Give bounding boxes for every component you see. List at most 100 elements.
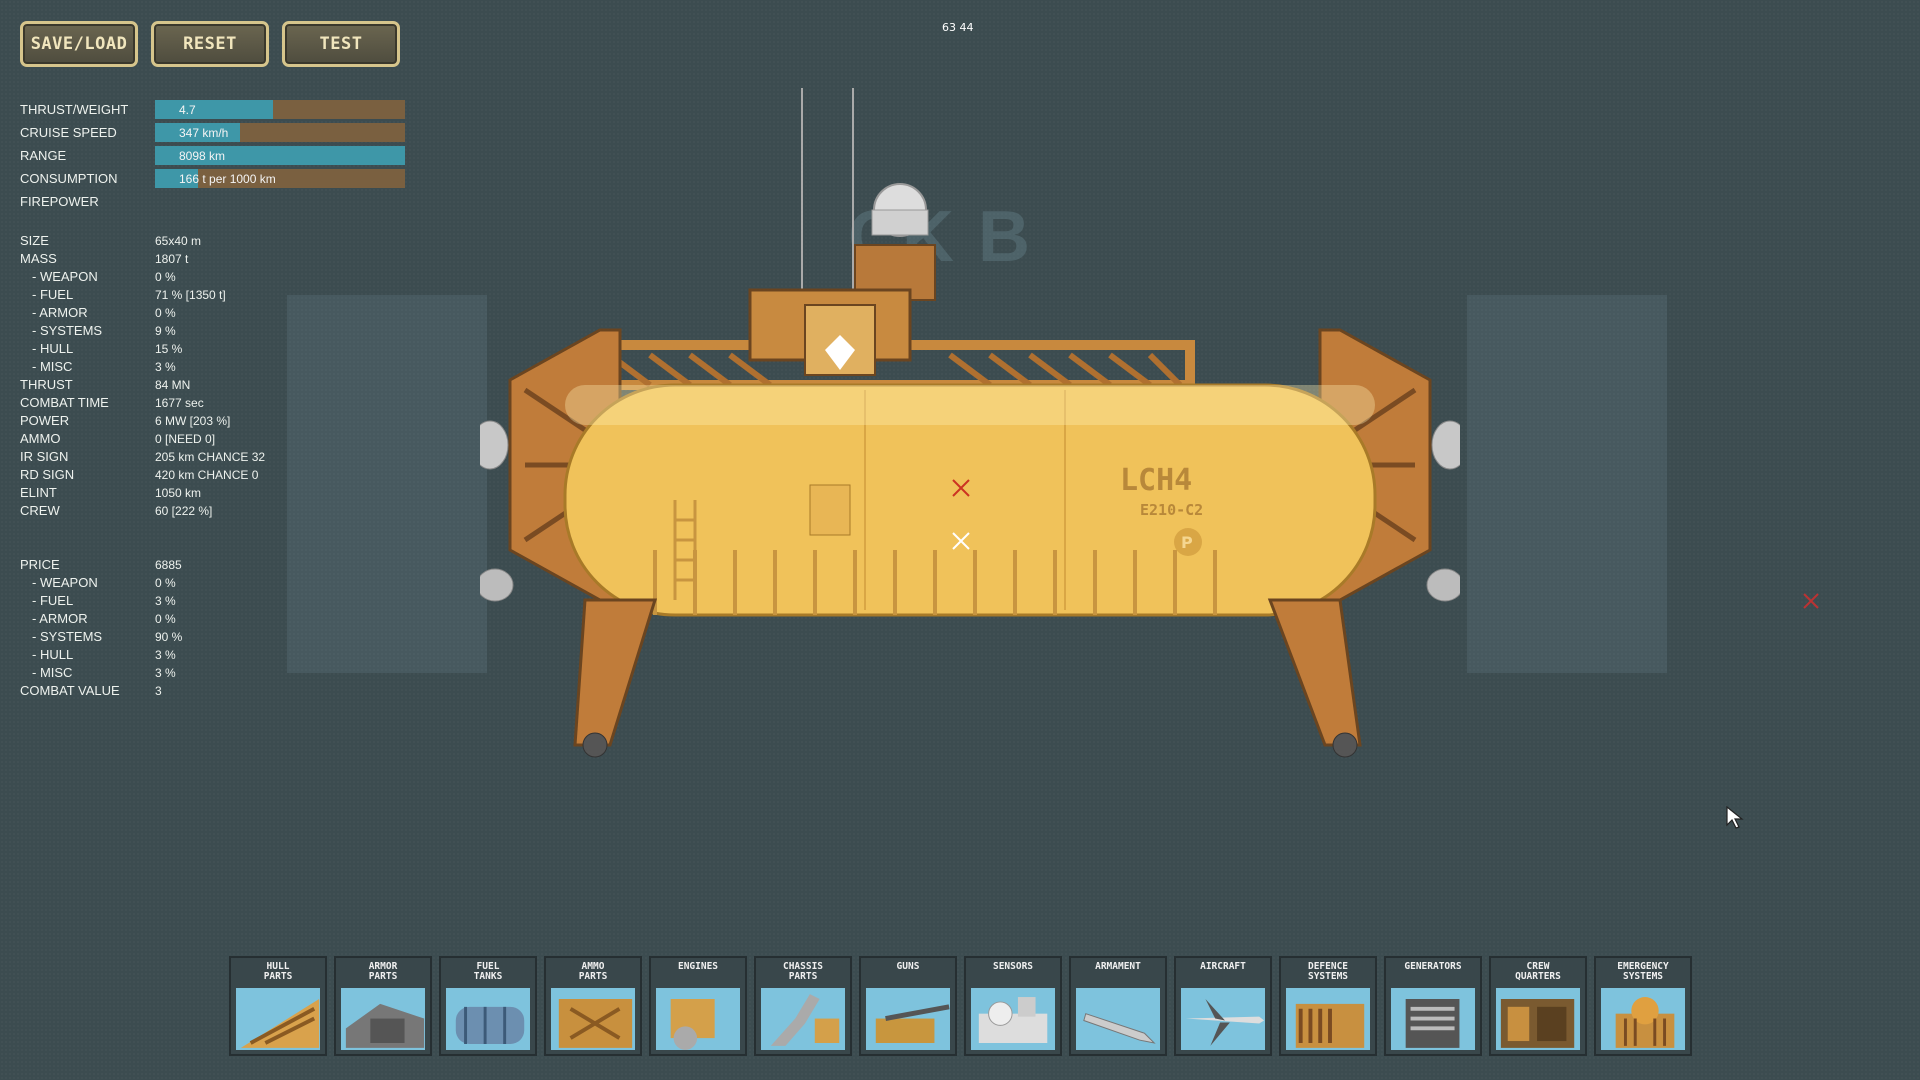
category-hull-parts[interactable]: HULL PARTS: [229, 956, 327, 1056]
mass-misc-value: 3 %: [155, 360, 176, 374]
thrust-label: THRUST: [20, 377, 73, 392]
fps-counter: 63 44: [942, 21, 974, 34]
right-leg: [1267, 598, 1362, 758]
size-value: 65x40 m: [155, 234, 202, 248]
price-systems-label: - SYSTEMS: [32, 629, 103, 644]
mass-value: 1807 t: [155, 252, 189, 266]
mass-hull-label: - HULL: [32, 341, 74, 356]
power-label: POWER: [20, 413, 70, 428]
range-row: RANGE 8098 km: [20, 146, 420, 166]
defence-systems-icon: [1286, 988, 1370, 1050]
price-weapon-label: - WEAPON: [32, 575, 98, 590]
ship-badge-marking: P: [1181, 533, 1193, 552]
range-bar: 8098 km: [155, 146, 405, 165]
mass-label: MASS: [20, 251, 57, 266]
category-label: EMERGENCY SYSTEMS: [1617, 961, 1669, 982]
price-hull-value: 3 %: [155, 648, 176, 662]
mass-armor-label: - ARMOR: [32, 305, 88, 320]
mass-fuel-value: 71 % [1350 t]: [155, 288, 226, 302]
firepower-label: FIREPOWER: [20, 194, 99, 209]
crew-label: CREW: [20, 503, 60, 518]
category-label: SENSORS: [992, 961, 1034, 972]
price-misc-value: 3 %: [155, 666, 176, 680]
price-value: 6885: [155, 558, 182, 572]
category-guns[interactable]: GUNS: [859, 956, 957, 1056]
cruise-speed-label: CRUISE SPEED: [20, 125, 117, 140]
size-label: SIZE: [20, 233, 49, 248]
category-chassis-parts[interactable]: CHASSIS PARTS: [754, 956, 852, 1056]
category-label: ARMAMENT: [1095, 961, 1141, 972]
thrust-weight-label: THRUST/WEIGHT: [20, 102, 129, 117]
reset-button[interactable]: RESET: [151, 21, 269, 67]
price-systems-value: 90 %: [155, 630, 183, 644]
ir-sign-label: IR SIGN: [20, 449, 69, 464]
category-label: AIRCRAFT: [1200, 961, 1246, 972]
ship-blueprint[interactable]: LCH4 E210-C2 P: [480, 80, 1460, 780]
left-placement-zone: [287, 295, 487, 673]
category-label: FUEL TANKS: [473, 961, 503, 982]
category-defence-systems[interactable]: DEFENCE SYSTEMS: [1279, 956, 1377, 1056]
category-generators[interactable]: GENERATORS: [1384, 956, 1482, 1056]
radar-dome: [854, 183, 936, 301]
combat-value-label: COMBAT VALUE: [20, 683, 120, 698]
price-armor-value: 0 %: [155, 612, 176, 626]
category-ammo-parts[interactable]: AMMO PARTS: [544, 956, 642, 1056]
rd-sign-value: 420 km CHANCE 0: [155, 468, 259, 482]
aircraft-icon: [1181, 988, 1265, 1050]
category-crew-quarters[interactable]: CREW QUARTERS: [1489, 956, 1587, 1056]
price-armor-label: - ARMOR: [32, 611, 88, 626]
crew-value: 60 [222 %]: [155, 504, 213, 518]
rd-sign-label: RD SIGN: [20, 467, 75, 482]
category-sensors[interactable]: SENSORS: [964, 956, 1062, 1056]
hull-parts-icon: [236, 988, 320, 1050]
price-misc-label: - MISC: [32, 665, 73, 680]
consumption-row: CONSUMPTION 166 t per 1000 km: [20, 169, 420, 189]
fuel-tanks-icon: [446, 988, 530, 1050]
ir-sign-value: 205 km CHANCE 32: [155, 450, 266, 464]
consumption-label: CONSUMPTION: [20, 171, 118, 186]
category-label: DEFENCE SYSTEMS: [1307, 961, 1349, 982]
armament-icon: [1076, 988, 1160, 1050]
cruise-speed-value: 347 km/h: [179, 126, 229, 140]
mass-weapon-value: 0 %: [155, 270, 176, 284]
power-value: 6 MW [203 %]: [155, 414, 231, 428]
category-fuel-tanks[interactable]: FUEL TANKS: [439, 956, 537, 1056]
category-emergency-systems[interactable]: EMERGENCY SYSTEMS: [1594, 956, 1692, 1056]
category-label: CHASSIS PARTS: [782, 961, 824, 982]
mass-fuel-label: - FUEL: [32, 287, 74, 302]
emergency-systems-icon: [1601, 988, 1685, 1050]
save-load-button[interactable]: SAVE/LOAD: [20, 21, 138, 67]
combat-value-value: 3: [155, 684, 162, 698]
firepower-row: FIREPOWER: [20, 192, 420, 212]
consumption-value: 166 t per 1000 km: [179, 172, 276, 186]
mass-armor-value: 0 %: [155, 306, 176, 320]
mass-systems-value: 9 %: [155, 324, 176, 338]
test-button[interactable]: TEST: [282, 21, 400, 67]
elint-value: 1050 km: [155, 486, 202, 500]
category-label: HULL PARTS: [263, 961, 293, 982]
armor-parts-icon: [341, 988, 425, 1050]
category-label: CREW QUARTERS: [1515, 961, 1561, 982]
category-label: ENGINES: [677, 961, 719, 972]
mass-misc-label: - MISC: [32, 359, 73, 374]
elint-label: ELINT: [20, 485, 57, 500]
ammo-parts-icon: [551, 988, 635, 1050]
mass-weapon-label: - WEAPON: [32, 269, 98, 284]
category-armament[interactable]: ARMAMENT: [1069, 956, 1167, 1056]
price-fuel-value: 3 %: [155, 594, 176, 608]
category-engines[interactable]: ENGINES: [649, 956, 747, 1056]
price-weapon-value: 0 %: [155, 576, 176, 590]
thrust-weight-bar: 4.7: [155, 100, 405, 119]
thrust-weight-fill: [155, 100, 273, 119]
range-value: 8098 km: [179, 149, 226, 163]
left-leg: [573, 598, 658, 758]
category-label: GUNS: [896, 961, 920, 972]
price-label: PRICE: [20, 557, 60, 572]
combat-time-value: 1677 sec: [155, 396, 204, 410]
category-aircraft[interactable]: AIRCRAFT: [1174, 956, 1272, 1056]
category-armor-parts[interactable]: ARMOR PARTS: [334, 956, 432, 1056]
ammo-label: AMMO: [20, 431, 61, 446]
engines-icon: [656, 988, 740, 1050]
thrust-weight-value: 4.7: [179, 103, 196, 117]
waypoint-marker: [1803, 593, 1819, 609]
